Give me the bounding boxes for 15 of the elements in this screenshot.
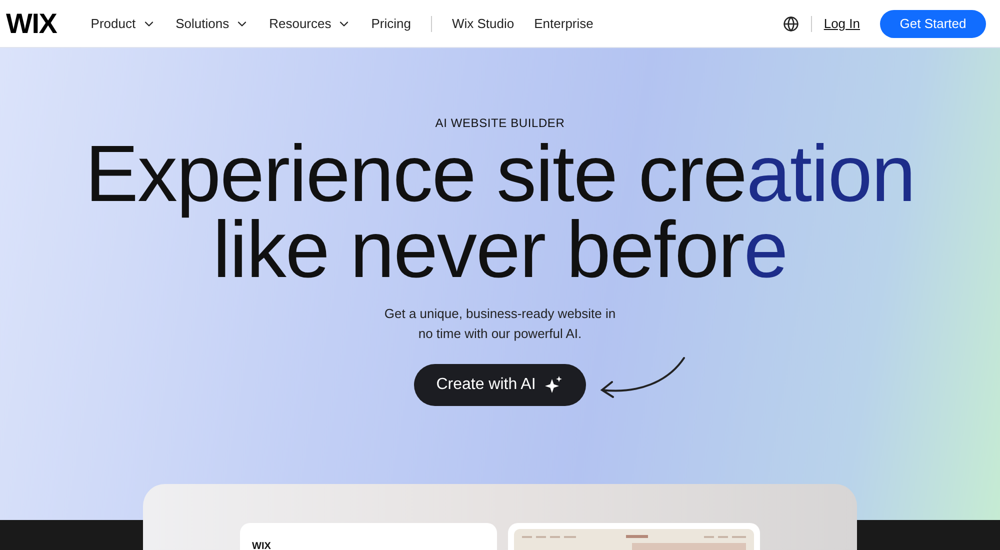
card-logo: WIX: [252, 541, 271, 550]
get-started-button[interactable]: Get Started: [880, 10, 986, 38]
create-with-ai-button[interactable]: Create with AI: [414, 364, 586, 406]
nav-menu-item[interactable]: Pricing: [371, 14, 411, 34]
hero-subtitle: Get a unique, business-ready website in no time with our powerful AI.: [383, 305, 617, 343]
nav-link[interactable]: Wix Studio: [452, 14, 514, 34]
nav-menu-item[interactable]: Solutions: [176, 14, 250, 34]
sparkle-icon: [544, 375, 564, 395]
nav-menu-item[interactable]: Resources: [269, 14, 352, 34]
logo[interactable]: WIX: [6, 2, 57, 44]
nav-link[interactable]: Enterprise: [534, 14, 594, 34]
login-link[interactable]: Log In: [824, 14, 860, 34]
nav-menu-item[interactable]: Product: [90, 14, 156, 34]
eyebrow-text: AI WEBSITE BUILDER: [435, 115, 565, 132]
globe-icon[interactable]: [782, 16, 799, 32]
